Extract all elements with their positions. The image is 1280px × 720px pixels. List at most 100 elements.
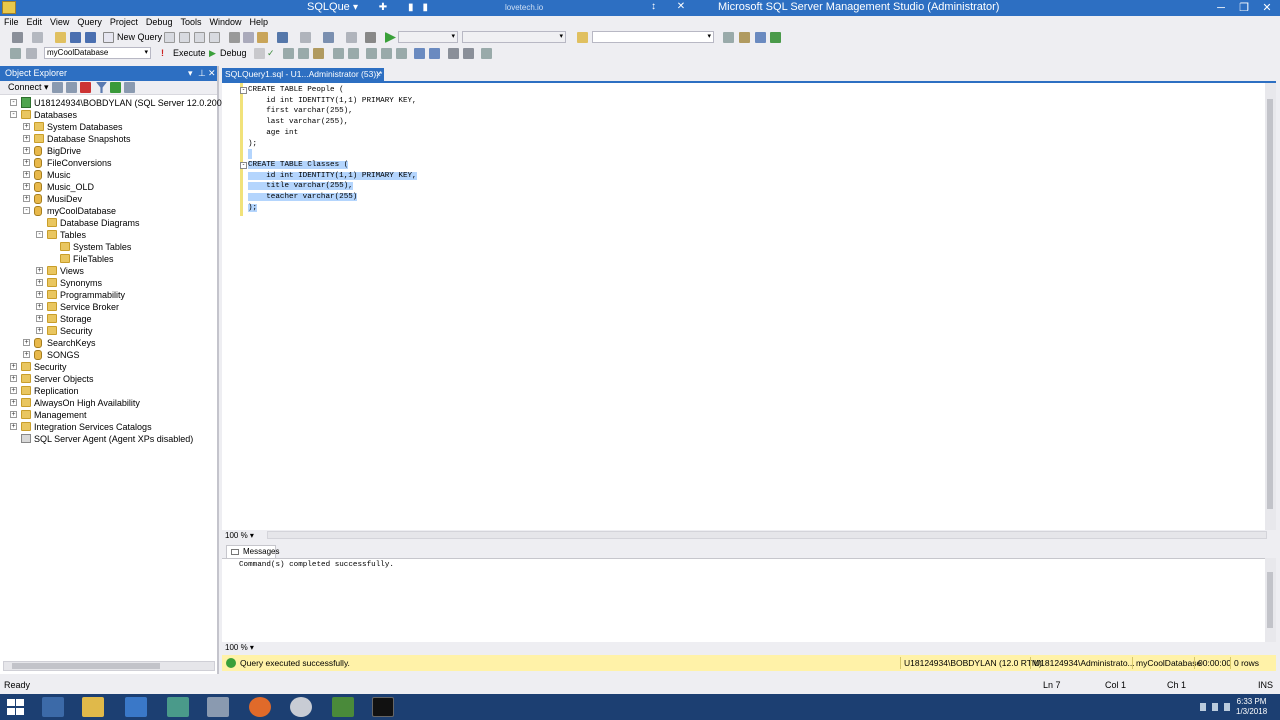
- tree-node[interactable]: + Security: [0, 361, 217, 373]
- object-explorer-icon[interactable]: [755, 32, 766, 43]
- menu-project[interactable]: Project: [106, 16, 142, 30]
- expand-icon[interactable]: +: [23, 123, 30, 130]
- network-icon[interactable]: [167, 697, 189, 717]
- decrease-indent-icon[interactable]: [448, 48, 459, 59]
- scroll-thumb[interactable]: [1267, 572, 1273, 628]
- expand-icon[interactable]: +: [23, 159, 30, 166]
- results-zoom-level[interactable]: 100 % ▾: [225, 642, 254, 653]
- expand-icon[interactable]: +: [10, 399, 17, 406]
- results-splitter[interactable]: [222, 541, 1276, 545]
- open-file-icon[interactable]: [55, 32, 66, 43]
- panel-close-icon[interactable]: ✕: [208, 66, 216, 81]
- save-all-icon[interactable]: [85, 32, 96, 43]
- network-tray-icon[interactable]: [1212, 703, 1218, 711]
- database-selector[interactable]: myCoolDatabase ▾: [44, 47, 151, 59]
- recording-window-controls[interactable]: ↕ ✕: [651, 1, 694, 12]
- close-tab-icon[interactable]: ×: [376, 68, 381, 81]
- object-explorer-hscroll[interactable]: [3, 661, 215, 671]
- expand-icon[interactable]: +: [23, 171, 30, 178]
- tree-node[interactable]: + Views: [0, 265, 217, 277]
- uncomment-icon[interactable]: [429, 48, 440, 59]
- collapse-icon[interactable]: -: [23, 207, 30, 214]
- results-to-file-icon[interactable]: [396, 48, 407, 59]
- tree-node-server[interactable]: - U18124934\BOBDYLAN (SQL Server 12.0.20…: [0, 97, 261, 109]
- debug-target-icon[interactable]: [365, 32, 376, 43]
- tree-node[interactable]: + AlwaysOn High Availability: [0, 397, 217, 409]
- pin-icon[interactable]: ⊥: [198, 66, 206, 81]
- cut-icon[interactable]: [229, 32, 240, 43]
- notepad-plus-icon[interactable]: [332, 697, 354, 717]
- dmx-query-icon[interactable]: [194, 32, 205, 43]
- platform-combo[interactable]: ▾: [462, 31, 566, 43]
- paste-icon[interactable]: [257, 32, 268, 43]
- tree-node[interactable]: + SearchKeys: [0, 337, 217, 349]
- tree-node[interactable]: + FileConversions: [0, 157, 217, 169]
- xmla-query-icon[interactable]: [209, 32, 220, 43]
- expand-icon[interactable]: +: [23, 195, 30, 202]
- tree-node[interactable]: + Music: [0, 169, 217, 181]
- expand-icon[interactable]: +: [23, 351, 30, 358]
- system-clock[interactable]: 6:33 PM 1/3/2018: [1236, 697, 1267, 717]
- minimize-button[interactable]: ─: [1210, 0, 1232, 16]
- expand-icon[interactable]: +: [23, 183, 30, 190]
- tree-node[interactable]: + Storage: [0, 313, 217, 325]
- mdx-query-icon[interactable]: [179, 32, 190, 43]
- server-manager-icon[interactable]: [42, 697, 64, 717]
- collapse-icon[interactable]: -: [10, 99, 17, 106]
- results-to-grid-icon[interactable]: [381, 48, 392, 59]
- summary-icon[interactable]: [124, 82, 135, 93]
- expand-icon[interactable]: +: [36, 267, 43, 274]
- collapse-icon[interactable]: -: [36, 231, 43, 238]
- connect-db-icon[interactable]: [52, 82, 63, 93]
- query-designer-icon[interactable]: [298, 48, 309, 59]
- maximize-button[interactable]: ❐: [1233, 0, 1255, 16]
- refresh-icon[interactable]: [110, 82, 121, 93]
- expand-icon[interactable]: +: [10, 387, 17, 394]
- expand-icon[interactable]: +: [10, 411, 17, 418]
- expand-icon[interactable]: +: [23, 339, 30, 346]
- estimated-plan-icon[interactable]: [283, 48, 294, 59]
- tree-node[interactable]: + Replication: [0, 385, 217, 397]
- tree-node[interactable]: + BigDrive: [0, 145, 217, 157]
- specify-values-icon[interactable]: [313, 48, 324, 59]
- menu-window[interactable]: Window: [205, 16, 245, 30]
- tree-node[interactable]: + Music_OLD: [0, 181, 217, 193]
- db-query-icon[interactable]: [164, 32, 175, 43]
- debug-button[interactable]: Debug: [220, 47, 247, 60]
- menu-help[interactable]: Help: [245, 16, 272, 30]
- tree-node[interactable]: + Synonyms: [0, 277, 217, 289]
- expand-icon[interactable]: +: [10, 375, 17, 382]
- tree-node[interactable]: FileTables: [0, 253, 217, 265]
- new-query-button[interactable]: New Query: [117, 31, 162, 44]
- volume-icon[interactable]: [1224, 703, 1230, 711]
- tree-node[interactable]: + Security: [0, 325, 217, 337]
- specify-template-icon[interactable]: [481, 48, 492, 59]
- tree-node[interactable]: + Service Broker: [0, 301, 217, 313]
- menu-debug[interactable]: Debug: [142, 16, 177, 30]
- editor-hscroll[interactable]: [267, 531, 1267, 539]
- tree-node[interactable]: + MusiDev: [0, 193, 217, 205]
- include-plan-icon[interactable]: [333, 48, 344, 59]
- forward-icon[interactable]: [32, 32, 43, 43]
- editor-vscroll[interactable]: [1265, 83, 1276, 530]
- tree-node[interactable]: SQL Server Agent (Agent XPs disabled): [0, 433, 217, 445]
- scroll-thumb[interactable]: [12, 663, 160, 669]
- increase-indent-icon[interactable]: [463, 48, 474, 59]
- connect-icon[interactable]: [10, 48, 21, 59]
- start-icon[interactable]: [385, 32, 396, 43]
- tree-node[interactable]: - myCoolDatabase: [0, 205, 217, 217]
- toolbox-icon[interactable]: [739, 32, 750, 43]
- undo-icon[interactable]: [277, 32, 288, 43]
- menu-tools[interactable]: Tools: [176, 16, 205, 30]
- expand-icon[interactable]: +: [36, 327, 43, 334]
- tree-node[interactable]: + Database Snapshots: [0, 133, 217, 145]
- editor-zoom-level[interactable]: 100 % ▾: [225, 530, 254, 541]
- filter-icon[interactable]: [96, 82, 107, 93]
- expand-icon[interactable]: +: [10, 423, 17, 430]
- results-vscroll[interactable]: [1265, 558, 1276, 642]
- close-window-button[interactable]: ✕: [1256, 0, 1278, 16]
- start-button[interactable]: [6, 698, 26, 716]
- menu-query[interactable]: Query: [73, 16, 106, 30]
- recording-controls[interactable]: ▾ ✚ ▮▮: [353, 2, 437, 13]
- properties-icon[interactable]: [723, 32, 734, 43]
